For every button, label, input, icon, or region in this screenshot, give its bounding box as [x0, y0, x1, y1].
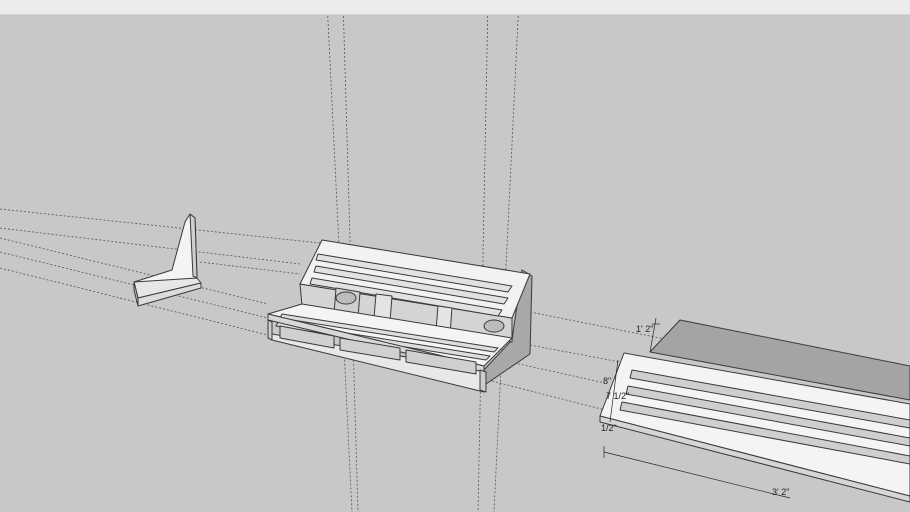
dimension-width-top: 1' 2" [636, 324, 654, 334]
scene-canvas[interactable] [0, 15, 910, 512]
dimension-thickness: 1/2" [601, 423, 617, 433]
dimension-length-bottom: 3' 2" [772, 487, 790, 497]
side-bracket-model[interactable] [133, 213, 202, 307]
flat-panels-model[interactable] [599, 319, 910, 503]
dimension-offset: 7 1/2" [606, 391, 630, 401]
viewport-top-strip [0, 0, 910, 15]
model-viewport[interactable]: 1' 2" 8" 7 1/2" 1/2" 3' 2" [0, 15, 910, 512]
assembled-bench-model[interactable] [267, 239, 533, 393]
dimension-depth-side: 8" [603, 376, 612, 386]
